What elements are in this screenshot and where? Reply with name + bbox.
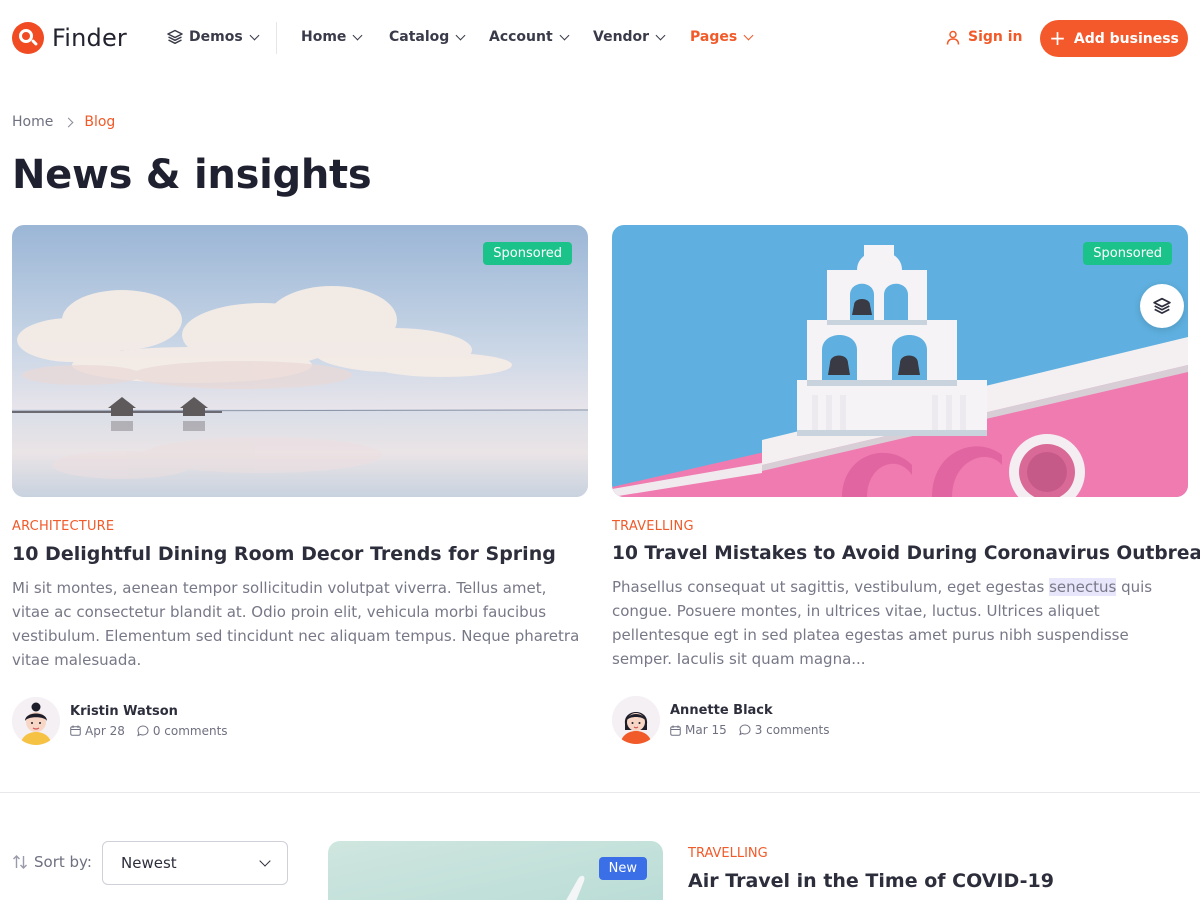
nav-home-label: Home <box>301 29 347 45</box>
post-date: Mar 15 <box>670 723 727 737</box>
comment-icon <box>136 725 149 737</box>
post-excerpt: Mi sit montes, aenean tempor sollicitudi… <box>12 578 580 669</box>
post-author[interactable]: Kristin Watson Apr 28 0 comments <box>12 696 588 745</box>
nav-account-label: Account <box>489 29 553 45</box>
chevron-down-icon <box>249 30 260 40</box>
breadcrumb-blog: Blog <box>84 114 116 130</box>
post-comments[interactable]: 3 comments <box>738 723 830 738</box>
post-category[interactable]: TRAVELLING <box>612 519 1188 534</box>
sort-select[interactable]: Newest <box>102 841 288 885</box>
post-title[interactable]: 10 Travel Mistakes to Avoid During Coron… <box>612 542 1200 566</box>
add-business-button[interactable]: + Add business <box>1040 20 1188 57</box>
chevron-down-icon <box>743 30 754 40</box>
nav-vendor[interactable]: Vendor <box>593 29 666 45</box>
breadcrumb-home[interactable]: Home <box>12 114 53 130</box>
post-title[interactable]: Air Travel in the Time of COVID-19 <box>688 870 1054 892</box>
layers-icon <box>1153 297 1171 314</box>
avatar-illustration <box>612 696 660 745</box>
chevron-down-icon <box>259 855 271 867</box>
chevron-down-icon <box>455 30 466 40</box>
breadcrumb: Home Blog <box>12 114 115 130</box>
post-category[interactable]: ARCHITECTURE <box>12 519 588 534</box>
post-image[interactable]: Sponsored <box>12 225 588 497</box>
chevron-down-icon <box>559 30 570 40</box>
post-image[interactable]: Sponsored <box>612 225 1188 497</box>
site-header: Finder Demos Home Catalog Account Vendor… <box>0 0 1200 78</box>
plus-icon: + <box>1049 25 1066 50</box>
ocean-bungalows-photo <box>12 225 588 497</box>
layers-icon <box>167 29 183 45</box>
chevron-down-icon <box>655 30 666 40</box>
chevron-down-icon <box>352 30 363 40</box>
nav-account[interactable]: Account <box>489 29 570 45</box>
sponsored-badge: Sponsored <box>483 242 572 265</box>
page-title: News & insights <box>12 152 372 198</box>
pink-bell-tower-photo <box>612 225 1188 497</box>
sort-arrows-icon <box>13 855 27 869</box>
nav-divider <box>276 22 277 54</box>
post-image[interactable]: New <box>328 841 663 900</box>
avatar-illustration <box>12 696 60 745</box>
nav-demos[interactable]: Demos <box>167 29 260 45</box>
post-date: Apr 28 <box>70 724 125 738</box>
featured-post-card[interactable]: Sponsored ARCHITECTURE 10 Delightful Din… <box>12 225 588 745</box>
sort-label-text: Sort by: <box>34 853 92 871</box>
post-excerpt-start: Phasellus consequat ut sagittis, vestibu… <box>612 578 1050 597</box>
author-name: Kristin Watson <box>70 703 178 719</box>
demos-float-button[interactable] <box>1140 284 1184 328</box>
post-date-text: Apr 28 <box>85 723 125 738</box>
post-date-text: Mar 15 <box>685 723 727 738</box>
post-author[interactable]: Annette Black Mar 15 3 comments <box>612 696 1188 745</box>
avatar <box>12 696 60 745</box>
avatar <box>612 696 660 745</box>
nav-pages-label: Pages <box>690 29 738 45</box>
post-excerpt: Phasellus consequat ut sagittis, vestibu… <box>612 575 1188 671</box>
new-badge: New <box>598 857 647 880</box>
nav-home[interactable]: Home <box>301 29 363 45</box>
logo-search-icon <box>12 22 44 54</box>
post-comments-text: 3 comments <box>754 723 830 738</box>
post-comments[interactable]: 0 comments <box>136 723 228 738</box>
nav-vendor-label: Vendor <box>593 29 650 45</box>
post-title[interactable]: 10 Delightful Dining Room Decor Trends f… <box>12 542 588 567</box>
logo-text: Finder <box>52 24 128 52</box>
chevron-right-icon <box>63 117 74 127</box>
text-selection-highlight: senectus <box>1049 578 1117 597</box>
nav-catalog-label: Catalog <box>389 29 450 45</box>
logo[interactable]: Finder <box>12 22 127 54</box>
user-icon <box>946 30 960 45</box>
nav-catalog[interactable]: Catalog <box>389 29 466 45</box>
calendar-icon <box>670 725 681 736</box>
nav-demos-label: Demos <box>189 29 243 45</box>
sponsored-badge: Sponsored <box>1083 242 1172 265</box>
calendar-icon <box>70 725 81 736</box>
add-business-label: Add business <box>1073 30 1179 47</box>
sign-in-label: Sign in <box>968 29 1023 45</box>
sign-in-link[interactable]: Sign in <box>946 29 1023 45</box>
post-category[interactable]: TRAVELLING <box>688 846 768 861</box>
author-name: Annette Black <box>670 703 773 719</box>
featured-post-card[interactable]: Sponsored TRAVELLING 10 Travel Mistakes … <box>612 225 1200 745</box>
sort-label: Sort by: <box>12 853 92 871</box>
nav-pages[interactable]: Pages <box>690 29 754 45</box>
post-comments-text: 0 comments <box>152 723 228 738</box>
section-divider <box>0 792 1200 793</box>
comment-icon <box>738 724 751 736</box>
sort-select-value: Newest <box>121 854 177 872</box>
